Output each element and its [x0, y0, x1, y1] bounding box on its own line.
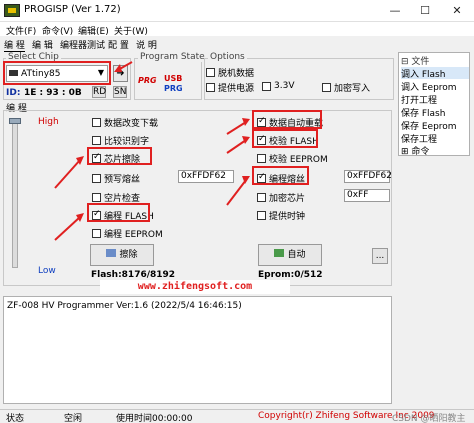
- arrow-to-program-flash: [54, 216, 81, 241]
- status-state-value: 空闲: [64, 414, 83, 423]
- plus-icon: ⊞: [401, 147, 409, 157]
- status-bar: 状态 空闲 使用时间00:00:00 Copyright(r) Zhifeng …: [0, 409, 474, 423]
- watermark-url: www.zhifengsoft.com: [100, 280, 290, 294]
- auto-icon: [274, 249, 285, 257]
- arrow-to-verify-flash: [226, 139, 247, 154]
- log-line: ZF-008 HV Programmer Ver:1.6 (2022/5/4 1…: [7, 301, 242, 311]
- arrow-to-chip-erase: [54, 159, 81, 189]
- sidebar-item-load-flash[interactable]: 调入 Flash: [401, 67, 469, 80]
- more-button[interactable]: ...: [372, 248, 388, 264]
- arrowhead: [114, 64, 122, 72]
- log-output[interactable]: ZF-008 HV Programmer Ver:1.6 (2022/5/4 1…: [3, 296, 392, 404]
- sidebar-item-save-eeprom[interactable]: 保存 Eeprom: [401, 119, 469, 132]
- auto-button[interactable]: 自动: [258, 244, 322, 266]
- sidebar-header[interactable]: ⊟ 文件: [401, 54, 469, 67]
- eprom-info: Eprom:0/512: [258, 270, 323, 280]
- erase-button-label: 擦除: [119, 250, 138, 260]
- sidebar-item-save-project[interactable]: 保存工程: [401, 132, 469, 145]
- status-state-label: 状态: [6, 414, 25, 423]
- auto-button-label: 自动: [287, 250, 306, 260]
- minus-icon: ⊟: [401, 57, 409, 67]
- sidebar-item-save-flash[interactable]: 保存 Flash: [401, 106, 469, 119]
- eraser-icon: [106, 249, 117, 257]
- erase-button[interactable]: 擦除: [90, 244, 154, 266]
- arrow-to-program-fuse: [226, 179, 247, 206]
- sidebar-footer[interactable]: ⊞ 命令: [401, 144, 469, 157]
- arrow-to-auto-reload: [226, 121, 247, 135]
- sidebar-header-label: 文件: [411, 57, 430, 67]
- status-elapsed-time: 使用时间00:00:00: [116, 414, 193, 423]
- sidebar-item-open-project[interactable]: 打开工程: [401, 93, 469, 106]
- file-sidebar: ⊟ 文件 调入 Flash 调入 Eeprom 打开工程 保存 Flash 保存…: [398, 52, 470, 157]
- sidebar-item-load-eeprom[interactable]: 调入 Eeprom: [401, 80, 469, 93]
- flash-info: Flash:8176/8192: [91, 270, 176, 280]
- sidebar-footer-label: 命令: [411, 147, 430, 157]
- csdn-watermark: CSDN @晒阳教主: [392, 414, 466, 423]
